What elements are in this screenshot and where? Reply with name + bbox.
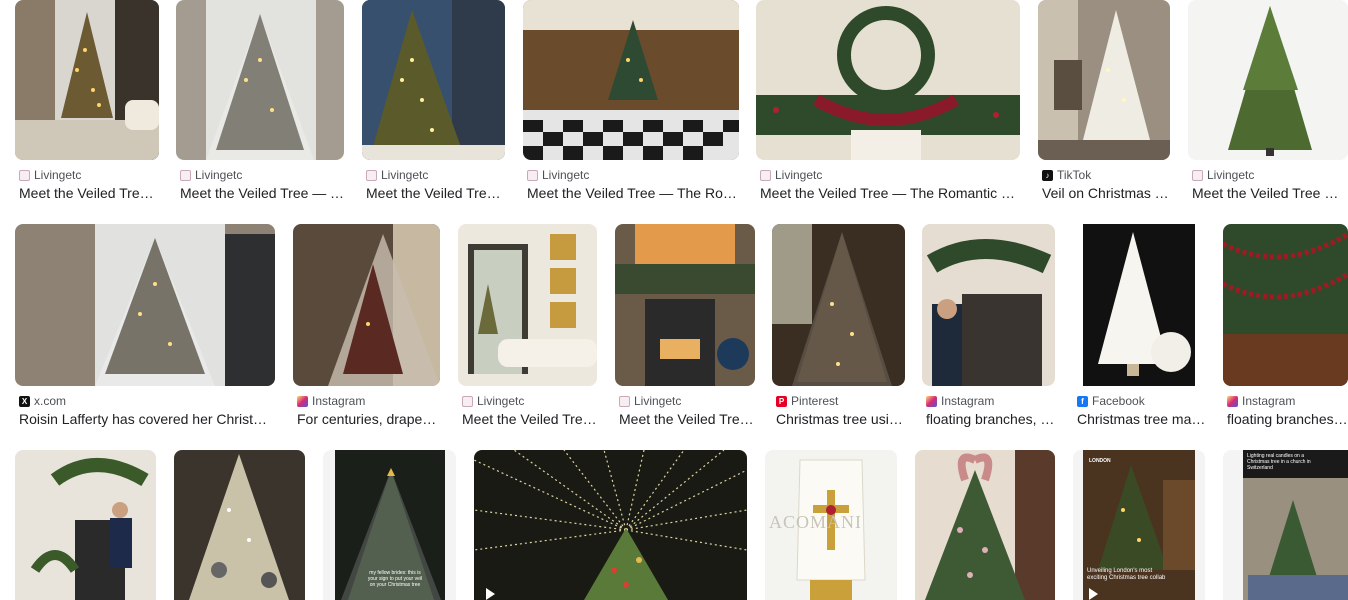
result-thumbnail[interactable]	[15, 450, 156, 600]
result-thumbnail[interactable]	[458, 224, 597, 386]
result-card[interactable]: Livingetc Meet the Veiled Tree — The Rom…	[523, 0, 739, 210]
result-title[interactable]: Meet the Veiled Tree — The Romantic Chri…	[527, 185, 739, 201]
result-card[interactable]	[474, 450, 747, 600]
result-title[interactable]: Christmas tree using a veil	[776, 411, 905, 427]
facebook-logo-icon: f	[1077, 395, 1088, 407]
result-card[interactable]: Livingetc Meet the Veiled Tree — The Rom…	[458, 224, 597, 436]
result-source: Livingetc	[1207, 168, 1255, 182]
result-card[interactable]: Xx.com Roisin Lafferty has covered her C…	[15, 224, 275, 436]
result-source: Livingetc	[195, 168, 243, 182]
livingetc-favicon-icon	[1192, 169, 1203, 181]
livingetc-favicon-icon	[527, 169, 538, 181]
result-thumbnail[interactable]: Lighting real candles on a Christmas tre…	[1223, 450, 1348, 600]
result-source: Pinterest	[791, 394, 839, 408]
result-card[interactable]	[915, 450, 1055, 600]
livingetc-favicon-icon	[19, 169, 30, 181]
result-card[interactable]	[174, 450, 305, 600]
livingetc-favicon-icon	[462, 395, 473, 407]
result-thumbnail[interactable]	[1073, 224, 1206, 386]
result-thumbnail[interactable]	[915, 450, 1055, 600]
result-source: Instagram	[312, 394, 366, 408]
result-card[interactable]: f Facebook Christmas tree made of tulle	[1073, 224, 1206, 436]
result-thumbnail[interactable]	[1038, 0, 1170, 160]
livingetc-favicon-icon	[619, 395, 630, 407]
result-thumbnail[interactable]	[1188, 0, 1348, 160]
result-card[interactable]: ♪ TikTok Veil on Christmas Tree	[1038, 0, 1170, 210]
result-title[interactable]: Meet the Veiled Tree — The Romantic Chri…	[462, 411, 597, 427]
result-thumbnail[interactable]	[615, 224, 755, 386]
result-source: Livingetc	[381, 168, 429, 182]
video-play-icon[interactable]	[1089, 588, 1098, 600]
result-card[interactable]: Livingetc Meet the Veiled Tree — The Rom…	[15, 0, 159, 210]
result-thumbnail[interactable]	[922, 224, 1055, 386]
result-card[interactable]: ACOMANI	[765, 450, 897, 600]
result-source: TikTok	[1057, 168, 1092, 182]
livingetc-favicon-icon	[366, 169, 377, 181]
result-thumbnail[interactable]	[772, 224, 905, 386]
result-source: Livingetc	[34, 168, 82, 182]
result-thumbnail[interactable]: my fellow brides: this is your sign to p…	[323, 450, 456, 600]
result-source: x.com	[34, 394, 67, 408]
livingetc-favicon-icon	[760, 169, 771, 181]
result-card[interactable]: P Pinterest Christmas tree using a veil	[772, 224, 905, 436]
result-title[interactable]: Meet the Veiled Tree — The Romantic Chri…	[366, 185, 505, 201]
result-thumbnail[interactable]	[474, 450, 747, 600]
result-card[interactable]: Livingetc Meet the Veiled Tree — The Rom…	[615, 224, 755, 436]
result-source: Livingetc	[542, 168, 590, 182]
result-title[interactable]: floating branches, garlands and veils	[1227, 411, 1348, 427]
result-source: Instagram	[1242, 394, 1296, 408]
result-card[interactable]: my fellow brides: this is your sign to p…	[323, 450, 456, 600]
result-card[interactable]	[15, 450, 156, 600]
result-card[interactable]: Livingetc Meet the Veiled Tree — The Rom…	[1188, 0, 1348, 210]
result-thumbnail[interactable]	[174, 450, 305, 600]
instagram-logo-icon	[926, 395, 937, 407]
result-card[interactable]: Livingetc Meet the Veiled Tree — The Rom…	[176, 0, 344, 210]
result-thumbnail[interactable]	[176, 0, 344, 160]
result-title[interactable]: Meet the Veiled Tree — The Romantic Chri…	[760, 185, 1020, 201]
result-source: Facebook	[1092, 394, 1145, 408]
result-thumbnail[interactable]	[362, 0, 505, 160]
result-thumbnail[interactable]	[523, 0, 739, 160]
result-title[interactable]: Meet the Veiled Tree — The Romantic Chri…	[180, 185, 344, 201]
result-thumbnail[interactable]	[15, 0, 159, 160]
result-source: Livingetc	[775, 168, 823, 182]
result-source: Livingetc	[477, 394, 525, 408]
video-caption: Unveiling London's most exciting Christm…	[1087, 568, 1166, 581]
tiktok-logo-icon: ♪	[1042, 169, 1053, 181]
video-tag: LONDON	[1089, 458, 1111, 464]
result-thumbnail[interactable]	[293, 224, 440, 386]
result-title[interactable]: Roisin Lafferty has covered her Christma…	[19, 411, 275, 427]
result-card[interactable]: Lighting real candles on a Christmas tre…	[1223, 450, 1348, 600]
watermark-text: ACOMANI	[769, 512, 863, 532]
result-thumbnail[interactable]	[15, 224, 275, 386]
result-thumbnail[interactable]: ACOMANI	[765, 450, 897, 600]
result-card[interactable]: Instagram floating branches, garlands an…	[922, 224, 1055, 436]
result-card[interactable]: Instagram floating branches, garlands an…	[1223, 224, 1348, 436]
instagram-logo-icon	[297, 395, 308, 407]
video-caption: my fellow brides: this is your sign to p…	[367, 570, 423, 588]
result-title[interactable]: Meet the Veiled Tree — The Romantic Chri…	[19, 185, 159, 201]
result-card[interactable]: LONDON Unveiling London's most exciting …	[1073, 450, 1205, 600]
result-thumbnail[interactable]	[1223, 224, 1348, 386]
result-title[interactable]: Meet the Veiled Tree — The Romantic Chri…	[1192, 185, 1346, 201]
instagram-logo-icon	[1227, 395, 1238, 407]
result-thumbnail[interactable]: LONDON Unveiling London's most exciting …	[1073, 450, 1205, 600]
result-thumbnail[interactable]	[756, 0, 1020, 160]
x-logo-icon: X	[19, 395, 30, 407]
livingetc-favicon-icon	[180, 169, 191, 181]
video-play-icon[interactable]	[486, 588, 495, 600]
video-caption: Lighting real candles on a Christmas tre…	[1247, 453, 1311, 471]
result-card[interactable]: Livingetc Meet the Veiled Tree — The Rom…	[756, 0, 1020, 210]
result-card[interactable]: Livingetc Meet the Veiled Tree — The Rom…	[362, 0, 505, 210]
result-source: Livingetc	[634, 394, 682, 408]
result-title[interactable]: Christmas tree made of tulle	[1077, 411, 1206, 427]
pinterest-logo-icon: P	[776, 395, 787, 407]
result-title[interactable]: floating branches, garlands and veils	[926, 411, 1055, 427]
result-title[interactable]: Veil on Christmas Tree	[1042, 185, 1170, 201]
result-card[interactable]: Instagram For centuries, drapery has bee…	[293, 224, 440, 436]
result-title[interactable]: Meet the Veiled Tree — The Romantic Chri…	[619, 411, 755, 427]
result-title[interactable]: For centuries, drapery has been used	[297, 411, 440, 427]
result-source: Instagram	[941, 394, 995, 408]
